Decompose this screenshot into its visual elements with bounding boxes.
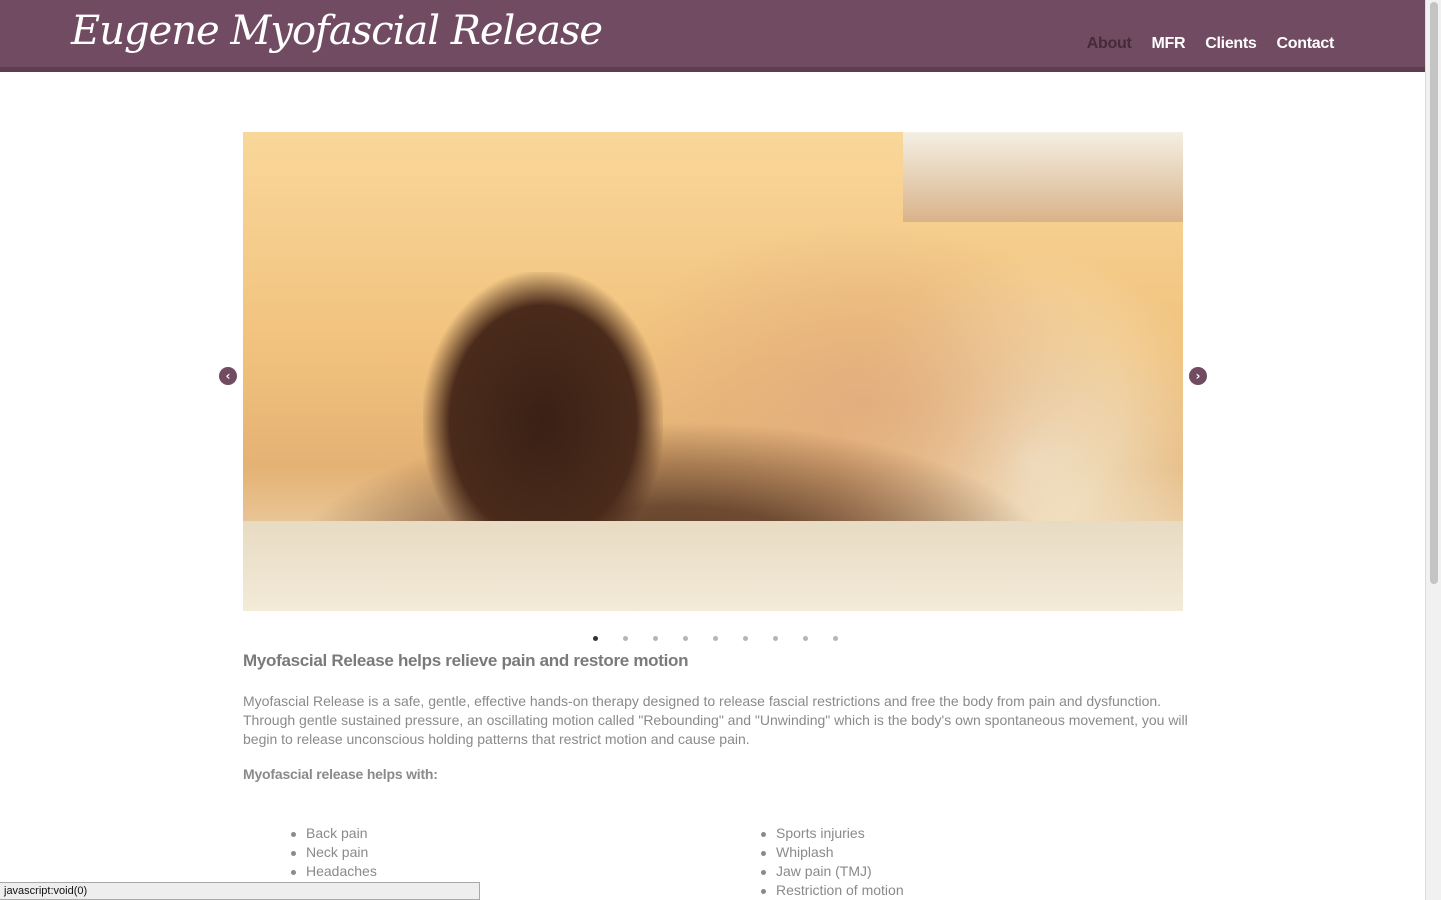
conditions-list-right: Sports injuries Whiplash Jaw pain (TMJ) …: [761, 824, 904, 900]
carousel-dot[interactable]: [653, 636, 658, 641]
site-brand[interactable]: Eugene Myofascial Release: [71, 8, 603, 54]
page-headline: Myofascial Release helps relieve pain an…: [243, 651, 689, 670]
nav-contact[interactable]: Contact: [1277, 35, 1335, 53]
carousel-dot[interactable]: [683, 636, 688, 641]
carousel-dot[interactable]: [743, 636, 748, 641]
list-item: Back pain: [291, 824, 377, 843]
nav-clients[interactable]: Clients: [1205, 35, 1257, 53]
list-item: Whiplash: [761, 843, 904, 862]
nav-about[interactable]: About: [1087, 35, 1132, 53]
main-nav: About MFR Clients Contact: [1087, 35, 1335, 53]
list-item: Jaw pain (TMJ): [761, 862, 904, 881]
browser-status-bar: javascript:void(0): [0, 882, 480, 900]
carousel-dot[interactable]: [713, 636, 718, 641]
list-item: Sports injuries: [761, 824, 904, 843]
carousel-slide-image: [243, 132, 1183, 611]
site-header: Eugene Myofascial Release About MFR Clie…: [0, 0, 1425, 72]
list-item: Headaches: [291, 863, 377, 879]
page-scrollbar[interactable]: [1425, 0, 1441, 900]
carousel-dot[interactable]: [803, 636, 808, 641]
slide-bed-sheet: [243, 521, 1183, 611]
carousel-dot[interactable]: [773, 636, 778, 641]
intro-paragraph: Myofascial Release is a safe, gentle, ef…: [243, 693, 1188, 747]
helps-heading: Myofascial release helps with:: [243, 766, 438, 782]
slide-headboard: [903, 132, 1183, 222]
conditions-list-left: Back pain Neck pain Headaches: [291, 824, 377, 881]
carousel-dot[interactable]: [623, 636, 628, 641]
list-item: Restriction of motion: [761, 882, 904, 898]
carousel-dot[interactable]: [833, 636, 838, 641]
chevron-left-circle-icon[interactable]: ‹: [219, 367, 237, 385]
scrollbar-thumb[interactable]: [1430, 2, 1438, 584]
carousel-dot[interactable]: [593, 636, 598, 641]
nav-mfr[interactable]: MFR: [1152, 35, 1186, 53]
list-item: Neck pain: [291, 843, 377, 862]
chevron-right-circle-icon[interactable]: ›: [1189, 367, 1207, 385]
carousel-dots: [593, 636, 838, 641]
